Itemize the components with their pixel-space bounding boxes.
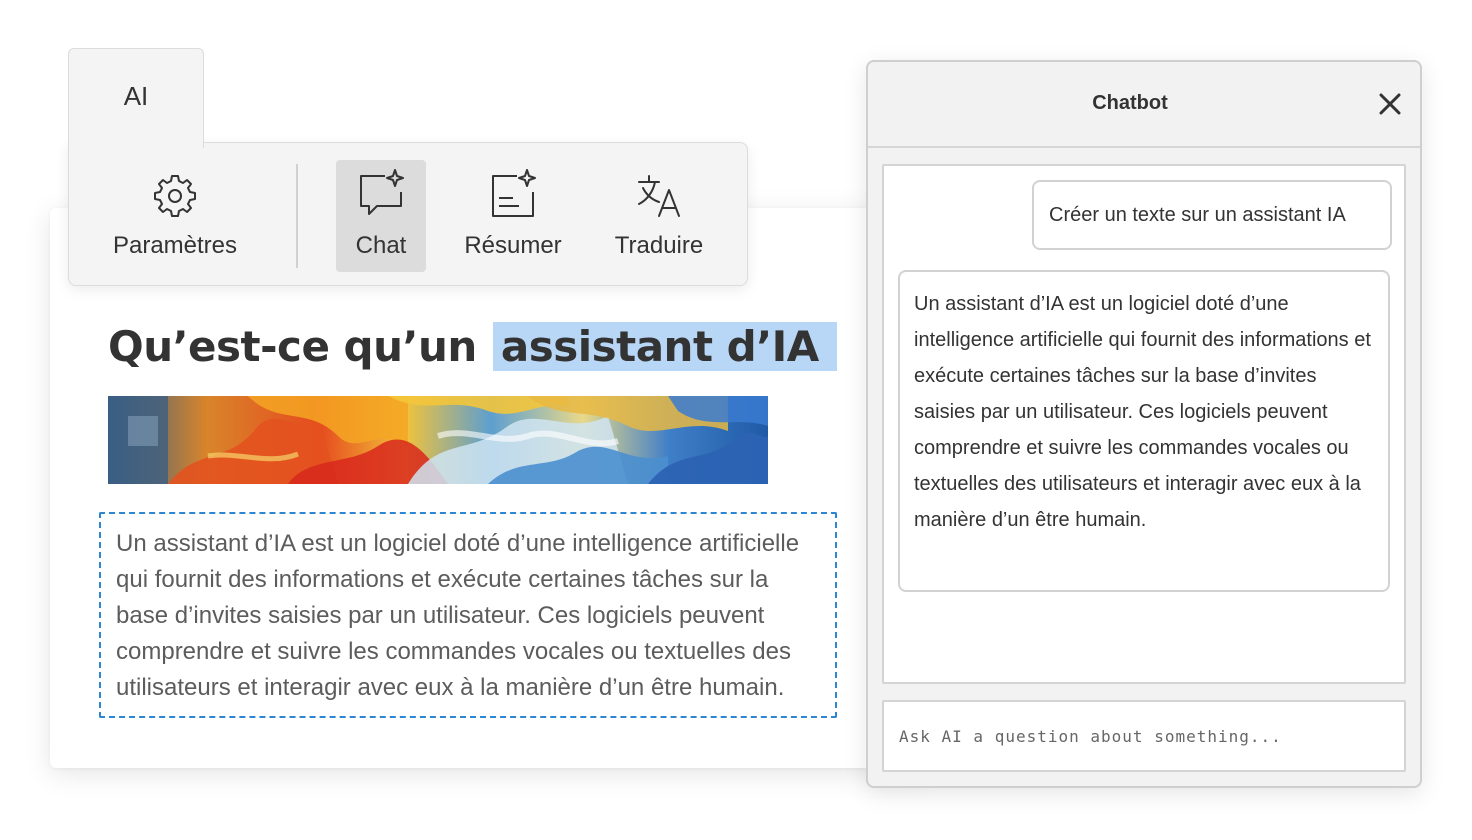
chat-sparkle-icon	[360, 169, 404, 215]
summarize-label: Résumer	[464, 232, 562, 259]
tab-ai-label: AI	[123, 81, 149, 111]
document-paragraph[interactable]: Un assistant d’IA est un logiciel doté d…	[116, 526, 816, 706]
summarize-button[interactable]: Résumer	[456, 160, 570, 272]
chat-label: Chat	[355, 232, 407, 259]
user-message: Créer un texte sur un assistant IA	[1032, 180, 1392, 250]
heading-highlighted-text[interactable]: assistant d’IA	[492, 322, 837, 371]
tab-joint	[69, 138, 203, 148]
translate-icon	[638, 175, 680, 217]
chat-input[interactable]	[882, 700, 1406, 772]
app-stage: Qu’est-ce qu’un assistant d’IA Un assist…	[0, 0, 1472, 840]
bot-message: Un assistant d’IA est un logiciel doté d…	[898, 270, 1390, 592]
chatbot-title: Chatbot	[1092, 92, 1168, 114]
chat-button[interactable]: Chat	[336, 160, 426, 272]
translate-label: Traduire	[614, 232, 704, 259]
settings-button[interactable]: Paramètres	[100, 160, 250, 272]
translate-button[interactable]: Traduire	[604, 160, 714, 272]
chatbot-header: Chatbot	[868, 62, 1420, 148]
chatbot-panel: Chatbot Créer un texte sur un assistant …	[866, 60, 1422, 788]
ribbon-separator	[296, 164, 298, 268]
chat-messages-area[interactable]: Créer un texte sur un assistant IA Un as…	[882, 164, 1406, 684]
tab-ai[interactable]: AI	[68, 48, 204, 148]
settings-label: Paramètres	[112, 232, 238, 259]
gear-icon	[154, 175, 196, 217]
close-icon[interactable]	[1378, 92, 1402, 116]
summarize-icon	[492, 169, 536, 217]
document-heading[interactable]: Qu’est-ce qu’un assistant d’IA	[108, 318, 837, 376]
abstract-art-banner-image	[108, 396, 768, 484]
heading-text: Qu’est-ce qu’un	[108, 322, 477, 371]
